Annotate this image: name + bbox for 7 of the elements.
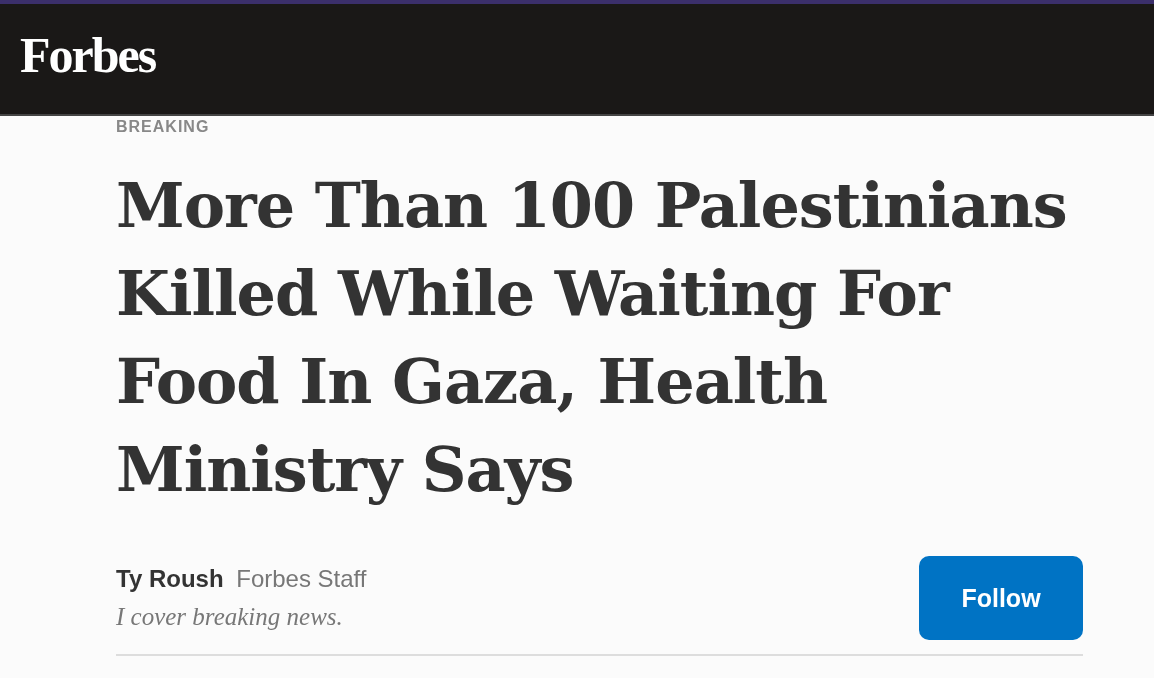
author-bio: I cover breaking news. bbox=[116, 603, 344, 631]
site-logo[interactable]: Forbes bbox=[20, 26, 156, 84]
author-name[interactable]: Ty Roush bbox=[116, 565, 224, 592]
section-label: BREAKING bbox=[116, 118, 211, 136]
author-role: Forbes Staff bbox=[236, 565, 367, 592]
follow-button[interactable]: Follow bbox=[919, 556, 1083, 640]
article-headline: More Than 100 Palestinians Killed While Waiting For Food In Gaza, Health Ministry Says bbox=[116, 168, 1068, 508]
